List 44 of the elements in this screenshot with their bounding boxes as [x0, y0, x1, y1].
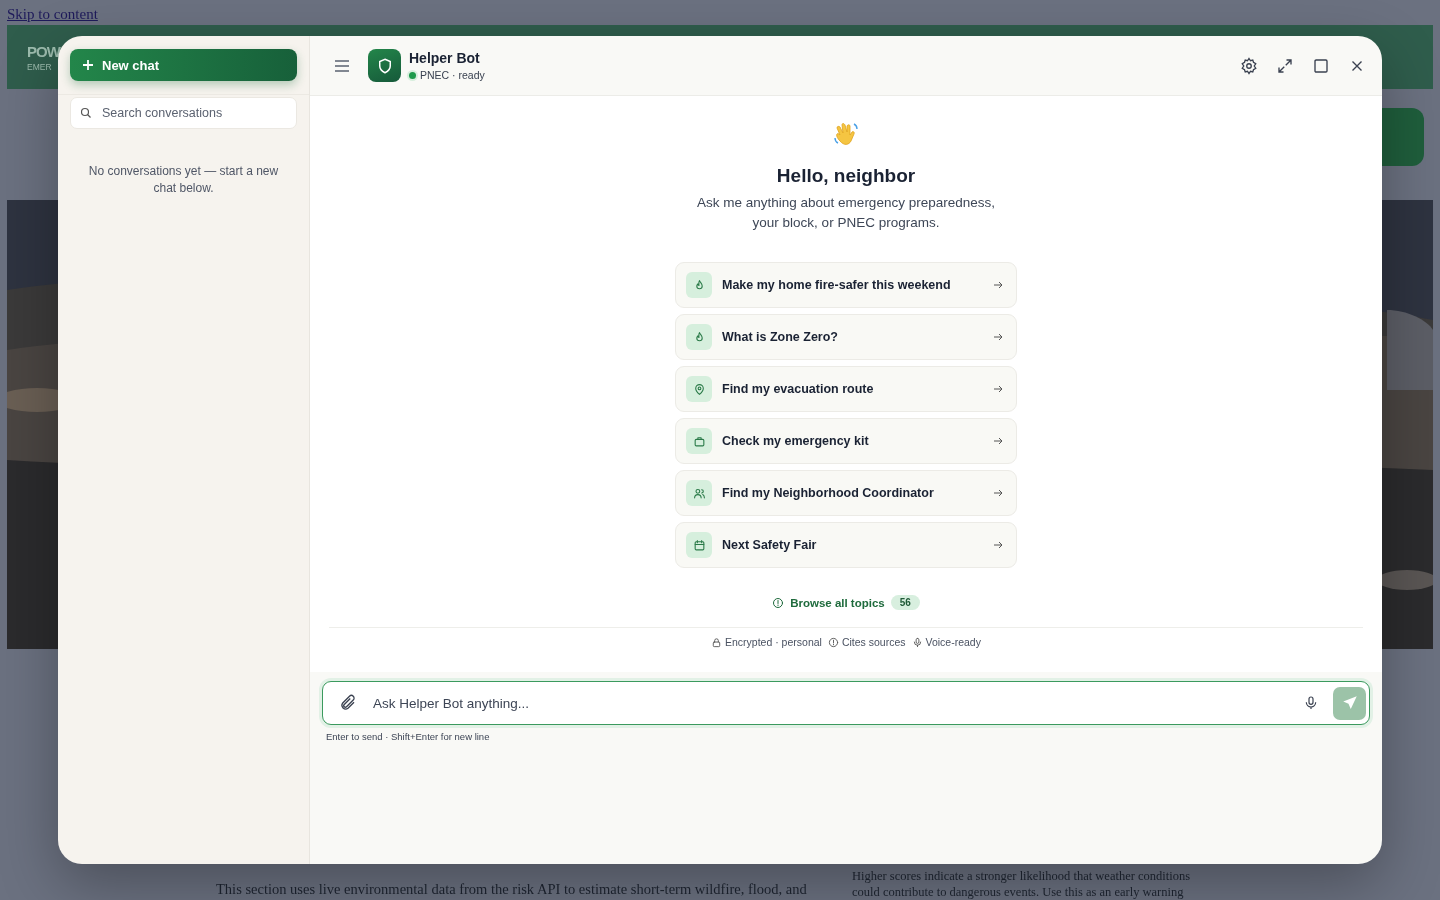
suggestion-card[interactable]: Find my Neighborhood Coordinator: [675, 470, 1017, 516]
feature-label: Cites sources: [827, 636, 906, 648]
welcome-subtitle: Ask me anything about emergency preparedness, your block, or PNEC programs.: [696, 194, 996, 232]
suggestion-card[interactable]: Check my emergency kit: [675, 418, 1017, 464]
microphone-icon: [911, 636, 923, 648]
people-icon: [692, 486, 706, 500]
arrow-icon: [992, 383, 1004, 395]
bot-status: PNEC · ready: [420, 69, 485, 81]
search-box[interactable]: Search conversations: [70, 97, 297, 129]
suggestion-card[interactable]: Find my evacuation route: [675, 366, 1017, 412]
calendar-icon: [692, 538, 706, 552]
bag-icon: [692, 434, 706, 448]
site-logo-text: POW: [27, 41, 60, 62]
suggestion-card[interactable]: What is Zone Zero?: [675, 314, 1017, 360]
new-chat-button[interactable]: New chat: [70, 49, 297, 81]
search-icon: [80, 107, 92, 119]
location-pin-icon: [692, 382, 706, 396]
empty-message: No conversations yet — start a new chat below.: [87, 163, 280, 197]
suggestion-card[interactable]: Next Safety Fair: [675, 522, 1017, 568]
section-text: This section uses live environmental data from the risk API to estimate short-term wildfire, flood, and: [216, 881, 806, 899]
browse-topics-link[interactable]: Browse all topics 56: [766, 594, 926, 611]
message-composer[interactable]: Ask Helper Bot anything...: [322, 681, 1370, 725]
info-icon: [827, 636, 839, 648]
info-icon: [772, 596, 785, 609]
bot-name: Helper Bot: [409, 50, 481, 66]
arrow-icon: [992, 539, 1004, 551]
topic-count: 56: [890, 595, 920, 610]
shield-logo-icon: [368, 49, 401, 82]
site-logo-text: EMER: [27, 61, 52, 73]
arrow-icon: [992, 487, 1004, 499]
lock-icon: [711, 636, 722, 648]
side-text: could contribute to dangerous events. Use this as an early warning: [852, 884, 1185, 900]
suggestion-card[interactable]: Make my home fire-safer this weekend: [675, 262, 1017, 308]
arrow-icon: [992, 279, 1004, 291]
welcome-title: Hello, neighbor: [776, 165, 916, 187]
message-input[interactable]: Ask Helper Bot anything...: [371, 694, 1289, 712]
feature-label: Encrypted · personal: [711, 636, 822, 648]
arrow-icon: [992, 435, 1004, 447]
search-input[interactable]: Search conversations: [100, 105, 287, 121]
composer-hint: Enter to send · Shift+Enter for new line: [326, 731, 491, 742]
plus-icon: [82, 59, 94, 71]
arrow-icon: [992, 331, 1004, 343]
feature-label: Voice-ready: [911, 636, 981, 648]
side-text: Higher scores indicate a stronger likelihood that weather conditions: [852, 868, 1192, 884]
